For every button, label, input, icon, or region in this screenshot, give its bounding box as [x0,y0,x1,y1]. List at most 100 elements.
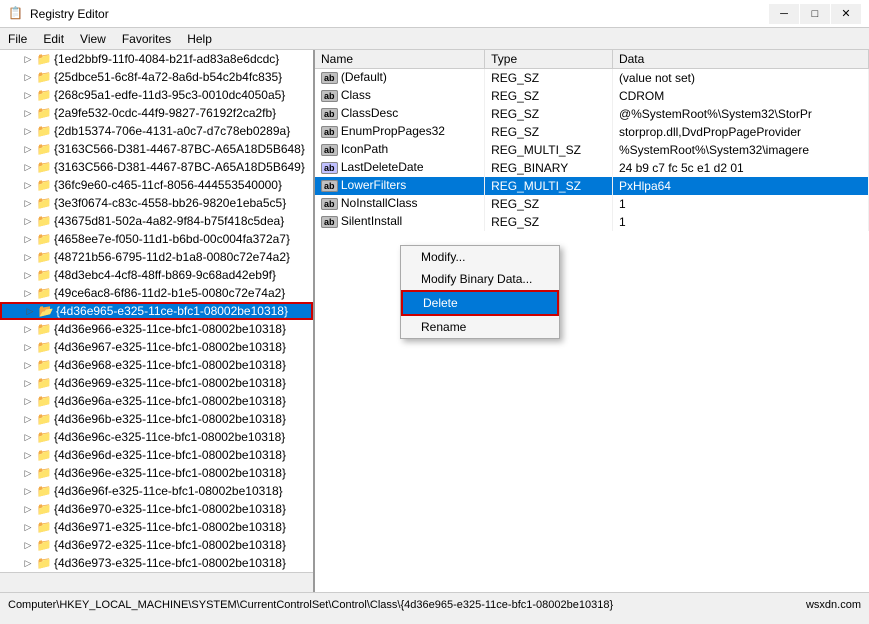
detail-row[interactable]: ab SilentInstallREG_SZ1 [315,213,869,231]
detail-row[interactable]: ab NoInstallClassREG_SZ1 [315,195,869,213]
tree-expand-icon[interactable]: ▷ [20,72,36,83]
tree-item[interactable]: ▷📁{4d36e967-e325-11ce-bfc1-08002be10318} [0,338,313,356]
detail-row[interactable]: ab ClassREG_SZCDROM [315,87,869,105]
tree-expand-icon[interactable]: ▷ [20,396,36,407]
tree-label: {4d36e970-e325-11ce-bfc1-08002be10318} [54,502,286,516]
tree-expand-icon[interactable]: ▷ [20,144,36,155]
context-menu-item-delete[interactable]: Delete [401,290,559,316]
detail-cell-name: ab ClassDesc [315,105,485,123]
tree-item[interactable]: ▷📁{4d36e972-e325-11ce-bfc1-08002be10318} [0,536,313,554]
tree-expand-icon[interactable]: ▷ [20,126,36,137]
tree-expand-icon[interactable]: ▷ [20,414,36,425]
binary-icon: ab [321,162,338,174]
tree-expand-icon[interactable]: ▷ [20,468,36,479]
tree-label: {3163C566-D381-4467-87BC-A65A18D5B648} [54,142,305,156]
folder-icon: 📁 [36,106,52,120]
tree-expand-icon[interactable]: ▷ [20,558,36,569]
tree-expand-icon[interactable]: ▷ [20,54,36,65]
folder-icon: 📁 [36,214,52,228]
tree-item[interactable]: ▷📁{4d36e973-e325-11ce-bfc1-08002be10318} [0,554,313,572]
tree-expand-icon[interactable]: ▷ [22,306,38,317]
tree-expand-icon[interactable]: ▷ [20,432,36,443]
detail-row[interactable]: ab LowerFiltersREG_MULTI_SZPxHlpa64 [315,177,869,195]
tree-item[interactable]: ▷📁{4d36e971-e325-11ce-bfc1-08002be10318} [0,518,313,536]
detail-row[interactable]: ab LastDeleteDateREG_BINARY24 b9 c7 fc 5… [315,159,869,177]
tree-item[interactable]: ▷📁{48d3ebc4-4cf8-48ff-b869-9c68ad42eb9f} [0,266,313,284]
menu-item-view[interactable]: View [72,28,114,49]
tree-expand-icon[interactable]: ▷ [20,198,36,209]
tree-item[interactable]: ▷📁{43675d81-502a-4a82-9f84-b75f418c5dea} [0,212,313,230]
detail-row[interactable]: ab ClassDescREG_SZ@%SystemRoot%\System32… [315,105,869,123]
tree-label: {4d36e968-e325-11ce-bfc1-08002be10318} [54,358,286,372]
folder-icon: 📁 [36,448,52,462]
tree-item[interactable]: ▷📁{4d36e96b-e325-11ce-bfc1-08002be10318} [0,410,313,428]
tree-item[interactable]: ▷📁{25dbce51-6c8f-4a72-8a6d-b54c2b4fc835} [0,68,313,86]
title-bar-text: Registry Editor [30,7,769,21]
tree-item[interactable]: ▷📁{4d36e96e-e325-11ce-bfc1-08002be10318} [0,464,313,482]
detail-row[interactable]: ab EnumPropPages32REG_SZstorprop.dll,Dvd… [315,123,869,141]
tree-label: {43675d81-502a-4a82-9f84-b75f418c5dea} [54,214,284,228]
tree-item[interactable]: ▷📁{268c95a1-edfe-11d3-95c3-0010dc4050a5} [0,86,313,104]
tree-item[interactable]: ▷📁{4d36e96d-e325-11ce-bfc1-08002be10318} [0,446,313,464]
tree-item[interactable]: ▷📁{49ce6ac8-6f86-11d2-b1e5-0080c72e74a2} [0,284,313,302]
detail-row[interactable]: ab IconPathREG_MULTI_SZ%SystemRoot%\Syst… [315,141,869,159]
tree-item[interactable]: ▷📁{3163C566-D381-4467-87BC-A65A18D5B648} [0,140,313,158]
tree-expand-icon[interactable]: ▷ [20,216,36,227]
tree-expand-icon[interactable]: ▷ [20,504,36,515]
tree-item[interactable]: ▷📁{4d36e96c-e325-11ce-bfc1-08002be10318} [0,428,313,446]
folder-icon: 📁 [36,556,52,570]
tree-expand-icon[interactable]: ▷ [20,450,36,461]
tree-expand-icon[interactable]: ▷ [20,288,36,299]
detail-row[interactable]: ab (Default)REG_SZ(value not set) [315,69,869,87]
tree-expand-icon[interactable]: ▷ [20,252,36,263]
detail-cell-data: PxHlpa64 [612,177,868,195]
menu-item-help[interactable]: Help [179,28,220,49]
tree-item[interactable]: ▷📁{1ed2bbf9-11f0-4084-b21f-ad83a8e6dcdc} [0,50,313,68]
tree-expand-icon[interactable]: ▷ [20,360,36,371]
maximize-button[interactable]: □ [800,4,830,24]
close-button[interactable]: ✕ [831,4,861,24]
tree-label: {4d36e966-e325-11ce-bfc1-08002be10318} [54,322,286,336]
tree-item[interactable]: ▷📁{4658ee7e-f050-11d1-b6bd-00c004fa372a7… [0,230,313,248]
tree-item[interactable]: ▷📁{4d36e96a-e325-11ce-bfc1-08002be10318} [0,392,313,410]
tree-expand-icon[interactable]: ▷ [20,180,36,191]
tree-expand-icon[interactable]: ▷ [20,162,36,173]
tree-expand-icon[interactable]: ▷ [20,234,36,245]
tree-label: {4d36e969-e325-11ce-bfc1-08002be10318} [54,376,286,390]
detail-panel: Name Type Data ab (Default)REG_SZ(value … [315,50,869,592]
folder-icon: 📁 [36,484,52,498]
tree-expand-icon[interactable]: ▷ [20,486,36,497]
tree-item[interactable]: ▷📁{3e3f0674-c83c-4558-bb26-9820e1eba5c5} [0,194,313,212]
minimize-button[interactable]: ─ [769,4,799,24]
context-menu-item-modify...[interactable]: Modify... [401,246,559,268]
tree-expand-icon[interactable]: ▷ [20,270,36,281]
menu-item-edit[interactable]: Edit [35,28,72,49]
tree-item[interactable]: ▷📁{48721b56-6795-11d2-b1a8-0080c72e74a2} [0,248,313,266]
folder-icon: 📁 [36,286,52,300]
tree-item[interactable]: ▷📁{4d36e966-e325-11ce-bfc1-08002be10318} [0,320,313,338]
folder-icon: 📁 [36,376,52,390]
tree-item[interactable]: ▷📁{4d36e969-e325-11ce-bfc1-08002be10318} [0,374,313,392]
tree-expand-icon[interactable]: ▷ [20,108,36,119]
tree-item[interactable]: ▷📁{2a9fe532-0cdc-44f9-9827-76192f2ca2fb} [0,104,313,122]
tree-item[interactable]: ▷📁{4d36e970-e325-11ce-bfc1-08002be10318} [0,500,313,518]
tree-expand-icon[interactable]: ▷ [20,378,36,389]
tree-expand-icon[interactable]: ▷ [20,342,36,353]
tree-label: {48d3ebc4-4cf8-48ff-b869-9c68ad42eb9f} [54,268,276,282]
tree-item[interactable]: ▷📁{3163C566-D381-4467-87BC-A65A18D5B649} [0,158,313,176]
context-menu-item-modify-binary-data...[interactable]: Modify Binary Data... [401,268,559,290]
tree-item[interactable]: ▷📁{4d36e96f-e325-11ce-bfc1-08002be10318} [0,482,313,500]
tree-item[interactable]: ▷📂{4d36e965-e325-11ce-bfc1-08002be10318} [0,302,313,320]
tree-item[interactable]: ▷📁{2db15374-706e-4131-a0c7-d7c78eb0289a} [0,122,313,140]
tree-expand-icon[interactable]: ▷ [20,324,36,335]
tree-item[interactable]: ▷📁{36fc9e60-c465-11cf-8056-444553540000} [0,176,313,194]
menu-item-favorites[interactable]: Favorites [114,28,179,49]
tree-panel[interactable]: ▷📁{1ed2bbf9-11f0-4084-b21f-ad83a8e6dcdc}… [0,50,315,592]
menu-item-file[interactable]: File [0,28,35,49]
tree-expand-icon[interactable]: ▷ [20,540,36,551]
tree-expand-icon[interactable]: ▷ [20,522,36,533]
tree-expand-icon[interactable]: ▷ [20,90,36,101]
tree-item[interactable]: ▷📁{4d36e968-e325-11ce-bfc1-08002be10318} [0,356,313,374]
context-menu-item-rename[interactable]: Rename [401,316,559,338]
tree-scrollbar[interactable] [0,572,313,592]
